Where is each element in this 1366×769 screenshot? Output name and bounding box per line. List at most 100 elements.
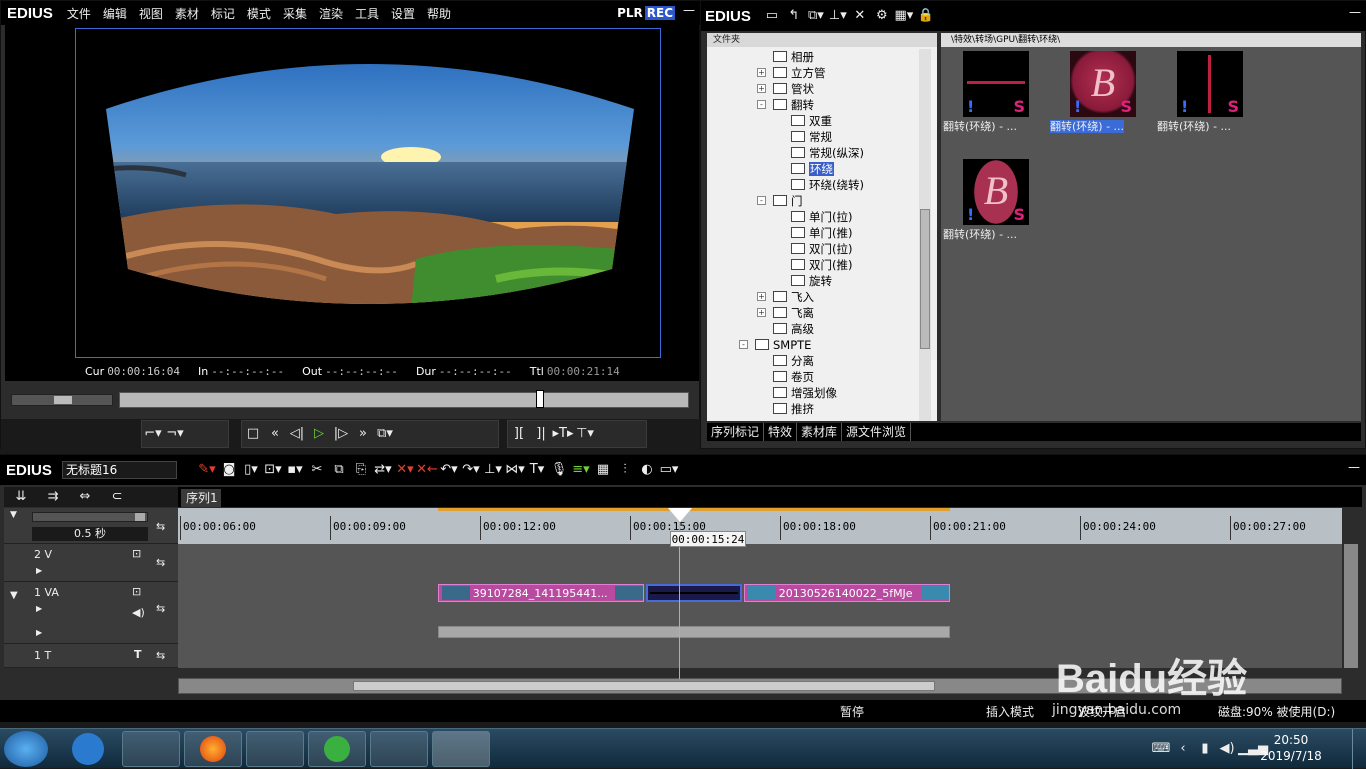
tree-item[interactable]: + 立方管: [707, 65, 937, 81]
track-sync-icon[interactable]: ⇉: [42, 487, 64, 507]
transition-icon[interactable]: ⋈▾: [504, 460, 526, 480]
tree-item[interactable]: 高级: [707, 321, 937, 337]
status-insert-mode[interactable]: 插入模式: [986, 703, 1034, 720]
effect-clip[interactable]: ! S 翻转(环绕) - ...: [1157, 51, 1257, 141]
effect-clip[interactable]: B! S 翻转(环绕) - ...: [1050, 51, 1150, 141]
volume-icon[interactable]: ◀): [1216, 739, 1238, 759]
add-cut-icon[interactable]: ⊥▾: [482, 460, 504, 480]
menu-item[interactable]: 素材: [175, 5, 199, 22]
ripple-delete-icon[interactable]: ✕←: [416, 460, 438, 480]
minimize-icon[interactable]: —: [683, 3, 695, 17]
menu-item[interactable]: 视图: [139, 5, 163, 22]
delete-icon[interactable]: ✕: [849, 6, 871, 26]
paste-icon[interactable]: ⎘: [350, 460, 372, 480]
expand-audio-icon[interactable]: ▶: [36, 628, 42, 637]
add-icon[interactable]: ⊥▾: [827, 6, 849, 26]
zoom-up-icon[interactable]: ▼: [10, 510, 17, 520]
sequence-tab[interactable]: 序列1: [181, 489, 221, 507]
plr-mode-button[interactable]: PLR: [617, 6, 643, 20]
shuttle-slider[interactable]: [11, 394, 113, 406]
menu-item[interactable]: 帮助: [427, 5, 451, 22]
fast-forward-icon[interactable]: »: [352, 424, 374, 444]
track-group-icon[interactable]: ⊂: [106, 487, 128, 507]
media-player-icon[interactable]: [72, 733, 104, 765]
menu-item[interactable]: 渲染: [319, 5, 343, 22]
track-t1-patch-icon[interactable]: ⇆: [156, 649, 165, 662]
bin-minimize-icon[interactable]: —: [1349, 5, 1361, 19]
tree-item[interactable]: 相册: [707, 49, 937, 65]
tree-expand-icon[interactable]: +: [757, 292, 766, 301]
time-ruler[interactable]: 00:00:06:00 00:00:09:00 00:00:12:00 00:00:1…: [178, 508, 1342, 544]
tree-item[interactable]: 常规(纵深): [707, 145, 937, 161]
audio-clip[interactable]: [438, 626, 950, 638]
timeline-clip-b[interactable]: 20130526140022_5fMJe: [744, 584, 950, 602]
tree-item[interactable]: 双重: [707, 113, 937, 129]
system-clock[interactable]: 20:50 2019/7/18: [1256, 732, 1326, 764]
track-v2-patch-icon[interactable]: ⇆: [156, 556, 165, 569]
start-button[interactable]: [4, 731, 48, 767]
track-header-va1[interactable]: ▼ 1 VA ⊡ ◀) ▶ ▶ ⇆: [4, 582, 178, 644]
color-icon[interactable]: ◐: [636, 460, 658, 480]
next-edit-icon[interactable]: ]|: [530, 424, 552, 444]
open-icon[interactable]: ⊡▾: [262, 460, 284, 480]
title-icon[interactable]: T▾: [526, 460, 548, 480]
layout-icon[interactable]: ▭▾: [658, 460, 680, 480]
track-header-v2[interactable]: 2 V ⊡ ▶ ⇆: [4, 544, 178, 582]
green-app-taskbar-button[interactable]: [308, 731, 366, 767]
effect-clip[interactable]: B! S 翻转(环绕) - ...: [943, 159, 1043, 249]
firefox-taskbar-button[interactable]: [184, 731, 242, 767]
cut-icon[interactable]: ✂: [306, 460, 328, 480]
view-icon[interactable]: ▦▾: [893, 6, 915, 26]
bin-tab[interactable]: 序列标记: [707, 423, 765, 441]
tree-expand-icon[interactable]: +: [757, 308, 766, 317]
save-icon[interactable]: ▪▾: [284, 460, 306, 480]
mark-in-icon[interactable]: ⌐▾: [142, 424, 164, 444]
sync-icon[interactable]: ≡▾: [570, 460, 592, 480]
redo-icon[interactable]: ↷▾: [460, 460, 482, 480]
tree-item[interactable]: 环绕: [707, 161, 937, 177]
tree-item[interactable]: 增强划像: [707, 385, 937, 401]
bin-tab[interactable]: 特效: [764, 423, 798, 441]
tree-item[interactable]: + 飞入: [707, 289, 937, 305]
menu-item[interactable]: 编辑: [103, 5, 127, 22]
tree-item[interactable]: 常规: [707, 129, 937, 145]
timeline-minimize-icon[interactable]: —: [1348, 460, 1360, 474]
tree-item[interactable]: + 管状: [707, 81, 937, 97]
wizard-icon[interactable]: ✎▾: [196, 460, 218, 480]
tree-expand-icon[interactable]: +: [757, 68, 766, 77]
tree-item[interactable]: 卷页: [707, 369, 937, 385]
track-header-t1[interactable]: 1 T T ⇆: [4, 644, 178, 668]
track-v2-lane[interactable]: [178, 544, 1342, 582]
track-va1-sync-icon[interactable]: ▼: [10, 590, 18, 601]
camera-icon[interactable]: ◙: [218, 460, 240, 480]
loop-icon[interactable]: ⧉▾: [374, 424, 396, 444]
explorer-taskbar-button[interactable]: [122, 731, 180, 767]
tree-item[interactable]: -门: [707, 193, 937, 209]
menu-item[interactable]: 文件: [67, 5, 91, 22]
tree-expand-icon[interactable]: -: [757, 196, 766, 205]
menu-item[interactable]: 设置: [391, 5, 415, 22]
stop-icon[interactable]: □: [242, 424, 264, 444]
menu-item[interactable]: 工具: [355, 5, 379, 22]
tree-item[interactable]: 分离: [707, 353, 937, 369]
overwrite-icon[interactable]: ⊤▾: [574, 424, 596, 444]
edius-active-taskbar-button[interactable]: [432, 731, 490, 767]
menu-item[interactable]: 模式: [247, 5, 271, 22]
up-folder-icon[interactable]: ↰: [783, 6, 805, 26]
menu-item[interactable]: 标记: [211, 5, 235, 22]
tree-item[interactable]: 环绕(绕转): [707, 177, 937, 193]
tree-item[interactable]: - 翻转: [707, 97, 937, 113]
tree-item[interactable]: 推挤: [707, 401, 937, 417]
timeline-vscroll[interactable]: [1344, 544, 1358, 668]
timeline-clip-a[interactable]: 39107284_141195441...: [438, 584, 644, 602]
expand-icon[interactable]: ▶: [36, 604, 42, 613]
zoom-select[interactable]: 0.5 秒: [32, 527, 148, 541]
tree-item[interactable]: 旋转: [707, 273, 937, 289]
copy-icon[interactable]: ⧉▾: [805, 6, 827, 26]
tree-item[interactable]: + 飞离: [707, 305, 937, 321]
track-va1-patch-icon[interactable]: ⇆: [156, 602, 165, 615]
effect-clip[interactable]: ! S 翻转(环绕) - ...: [943, 51, 1043, 141]
speaker-icon[interactable]: ◀): [132, 606, 145, 619]
tree-item[interactable]: 双门(推): [707, 257, 937, 273]
ruler-swap-icon[interactable]: ⇆: [156, 520, 165, 533]
